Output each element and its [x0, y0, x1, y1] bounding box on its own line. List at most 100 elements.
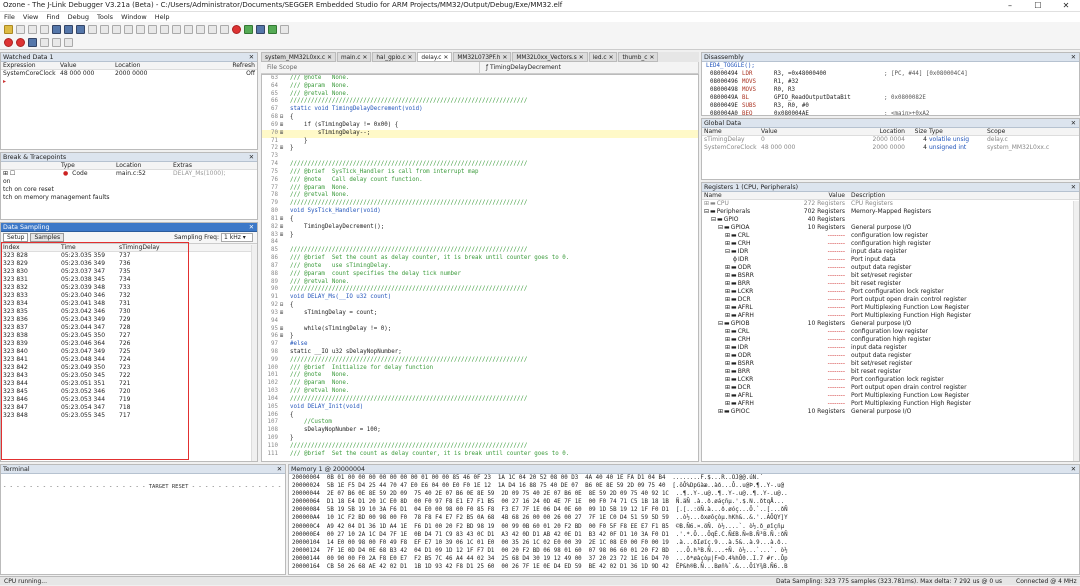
- close-icon[interactable]: ✕: [1071, 465, 1076, 474]
- col-refresh[interactable]: Refresh: [228, 62, 257, 69]
- col-type[interactable]: Type: [59, 162, 114, 169]
- fold-marker-icon[interactable]: ⊞: [280, 333, 290, 341]
- register-row[interactable]: ⊞▬CPU 272 Registers CPU Registers: [702, 200, 1079, 208]
- close-icon[interactable]: ✕: [1071, 183, 1076, 192]
- fold-marker-icon[interactable]: ⊞: [280, 145, 290, 153]
- code-line[interactable]: 92 ⊟{: [262, 302, 698, 310]
- table-row[interactable]: 323 838 05:23.045 350 727: [1, 332, 257, 340]
- col-description[interactable]: Description: [849, 192, 1049, 199]
- close-icon[interactable]: ✕: [1071, 119, 1076, 128]
- register-row[interactable]: ⊞▬CRH -------- configuration high register: [702, 240, 1079, 248]
- fold-marker-icon[interactable]: [280, 153, 290, 161]
- locals-icon[interactable]: [196, 24, 205, 34]
- register-row[interactable]: ⊞▬IDR -------- input data register: [702, 344, 1079, 352]
- breakpoint-row[interactable]: ⊞ ☐ ● Code main.c:52 DELAY_Ms(1000);: [1, 170, 257, 178]
- minimize-icon[interactable]: –: [996, 0, 1024, 12]
- table-row[interactable]: 323 830 05:23.037 347 735: [1, 268, 257, 276]
- fold-marker-icon[interactable]: ⊞: [280, 216, 290, 224]
- fold-marker-icon[interactable]: ⊟: [280, 114, 290, 122]
- close-icon[interactable]: ✕: [360, 55, 367, 61]
- fold-marker-icon[interactable]: [280, 91, 290, 99]
- code-line[interactable]: 109}: [262, 435, 698, 443]
- register-row[interactable]: ⊞▬BRR -------- bit reset register: [702, 368, 1079, 376]
- table-row[interactable]: 323 844 05:23.051 351 721: [1, 380, 257, 388]
- col-extras[interactable]: Extras: [171, 162, 251, 169]
- register-row[interactable]: ⊞▬DCR -------- Port output open drain cont…: [702, 384, 1079, 392]
- code-line[interactable]: 97 #else: [262, 341, 698, 349]
- table-row[interactable]: 323 847 05:23.054 347 718: [1, 404, 257, 412]
- menu-help[interactable]: Help: [155, 12, 170, 22]
- memory-row[interactable]: 200000C4 A9 42 04 D1 36 1D A4 1E F6 D1 0…: [289, 523, 1079, 531]
- col-name[interactable]: Name: [702, 192, 777, 199]
- instruction-trace-icon[interactable]: [280, 24, 289, 34]
- menu-tools[interactable]: Tools: [97, 12, 113, 22]
- col-location[interactable]: Location: [113, 62, 228, 69]
- code-line[interactable]: 100 /// @brief Initialize for delay funct…: [262, 365, 698, 373]
- fold-marker-icon[interactable]: [280, 372, 290, 380]
- code-line[interactable]: 111 /// @brief Set the count as delay cou…: [262, 451, 698, 459]
- fold-marker-icon[interactable]: ⊞: [280, 122, 290, 130]
- registers-icon[interactable]: [112, 24, 121, 34]
- fold-marker-icon[interactable]: ⊞: [280, 232, 290, 240]
- fold-marker-icon[interactable]: ⊞: [280, 326, 290, 334]
- close-icon[interactable]: ✕: [441, 55, 448, 61]
- code-line[interactable]: 82 ⊞ TimingDelayDecrement();: [262, 224, 698, 232]
- sampling-icon[interactable]: [220, 24, 229, 34]
- fold-marker-icon[interactable]: ⊟: [280, 302, 290, 310]
- window-layout-icon[interactable]: [52, 24, 61, 34]
- register-row[interactable]: ⊞▬AFRL -------- Port Multiplexing Function…: [702, 392, 1079, 400]
- code-line[interactable]: 104 /////////////////////////////////////…: [262, 396, 698, 404]
- code-line[interactable]: 99 //////////////////////////////////////…: [262, 357, 698, 365]
- table-row[interactable]: sTimingDelay 0 2000 0004 4 volatile unsig del…: [702, 136, 1079, 144]
- col-type[interactable]: Type: [927, 128, 985, 135]
- globals-icon[interactable]: [208, 24, 217, 34]
- close-icon[interactable]: ✕: [500, 55, 507, 61]
- fold-marker-icon[interactable]: [280, 177, 290, 185]
- register-row[interactable]: ⊞▬ODR -------- output data register: [702, 264, 1079, 272]
- source-code-view[interactable]: 63 /// @note None. 64 /// @param None. 65 ///…: [261, 74, 699, 462]
- register-row[interactable]: ⊞▬BSRR -------- bit set/reset register: [702, 272, 1079, 280]
- code-line[interactable]: 84: [262, 239, 698, 247]
- power-graph-icon[interactable]: [256, 24, 265, 34]
- code-line[interactable]: 81 ⊞{: [262, 216, 698, 224]
- table-row[interactable]: 323 834 05:23.041 348 731: [1, 300, 257, 308]
- function-scope-select[interactable]: ƒ TimingDelayDecrement: [480, 62, 699, 73]
- memory-icon[interactable]: [100, 24, 109, 34]
- col-size[interactable]: Size: [909, 128, 927, 135]
- fold-marker-icon[interactable]: [280, 192, 290, 200]
- fold-marker-icon[interactable]: [280, 239, 290, 247]
- tab-5[interactable]: MM32L0xx_Vectors.s ✕: [512, 52, 588, 62]
- register-row[interactable]: ⊞▬CRH -------- configuration high register: [702, 336, 1079, 344]
- step-into-icon[interactable]: [52, 38, 61, 47]
- samples-scrollbar[interactable]: [251, 245, 257, 461]
- table-row[interactable]: 323 832 05:23.039 348 733: [1, 284, 257, 292]
- code-line[interactable]: 87 /// @note use sTimingDelay.: [262, 263, 698, 271]
- col-location[interactable]: Location: [114, 162, 171, 169]
- close-icon[interactable]: ✕: [1071, 53, 1076, 62]
- disassembly-row[interactable]: 08000496 MOVS R1, #32: [702, 78, 1079, 86]
- window-layout-3-icon[interactable]: [76, 24, 85, 34]
- fold-marker-icon[interactable]: [280, 208, 290, 216]
- fold-marker-icon[interactable]: [280, 412, 290, 420]
- code-line[interactable]: 88 /// @param count specifies the delay t…: [262, 271, 698, 279]
- memory-row[interactable]: 20000144 00 90 00 F0 2A F8 E0 E7 F2 B5 7…: [289, 555, 1079, 563]
- pause-icon[interactable]: [16, 38, 25, 47]
- tab-3[interactable]: delay.c ✕: [417, 52, 453, 62]
- tab-0[interactable]: system_MM32L0xx.c ✕: [261, 52, 336, 62]
- registers-scrollbar[interactable]: [1073, 201, 1079, 461]
- table-row[interactable]: 323 836 05:23.043 349 729: [1, 316, 257, 324]
- code-line[interactable]: 95 ⊞ while(sTimingDelay != 0);: [262, 326, 698, 334]
- close-icon[interactable]: ✕: [1052, 0, 1080, 12]
- step-out-icon[interactable]: [64, 38, 73, 47]
- table-row[interactable]: 323 829 05:23.036 349 736: [1, 260, 257, 268]
- fold-marker-icon[interactable]: [280, 388, 290, 396]
- fold-marker-icon[interactable]: [280, 75, 290, 83]
- open-project-icon[interactable]: [40, 24, 49, 34]
- table-row[interactable]: 323 828 05:23.035 359 737: [1, 252, 257, 260]
- tab-7[interactable]: thumb_c ✕: [618, 52, 659, 62]
- memory-row[interactable]: 20000064 D1 18 E4 D1 20 1C E0 8D 00 F0 9…: [289, 498, 1079, 506]
- fold-marker-icon[interactable]: [280, 255, 290, 263]
- code-line[interactable]: 96 ⊞}: [262, 333, 698, 341]
- breakpoint-checkbox[interactable]: ⊞ ☐: [1, 170, 59, 178]
- fold-marker-icon[interactable]: [280, 349, 290, 357]
